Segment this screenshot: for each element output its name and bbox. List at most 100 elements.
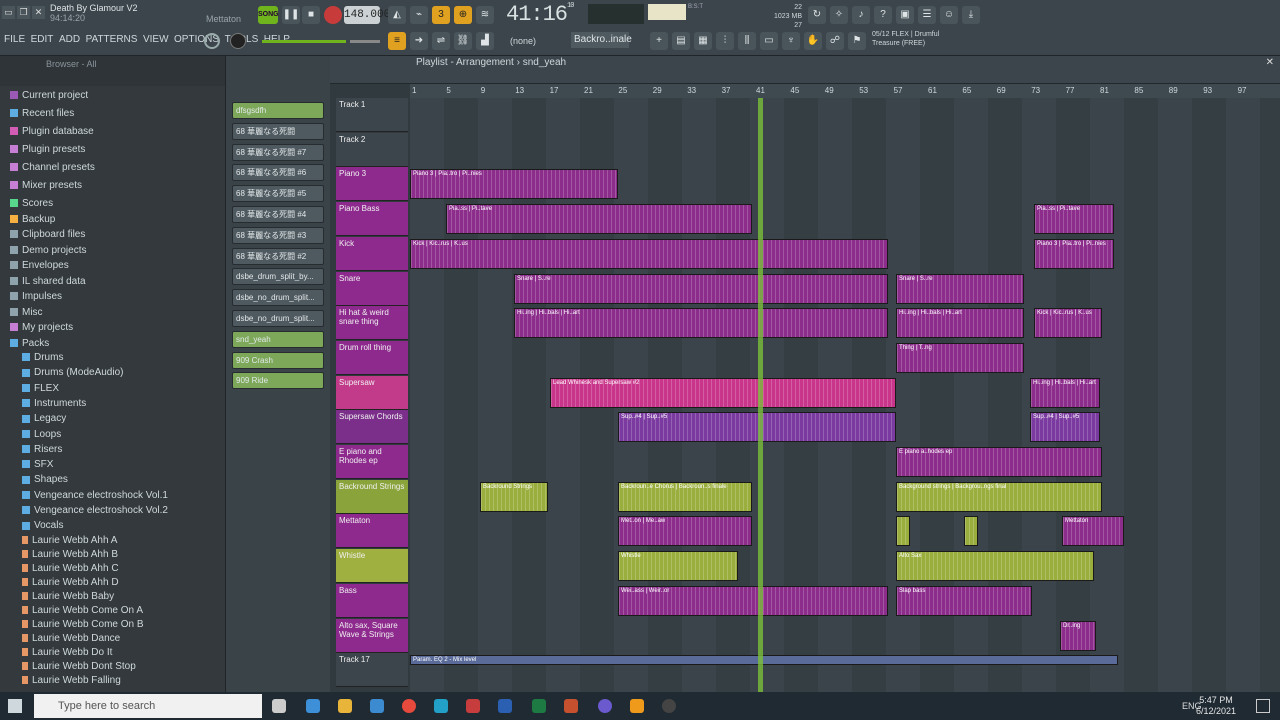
pack-item[interactable]: Loops [22,429,61,440]
browser-item[interactable]: Misc [10,307,43,318]
store-icon[interactable] [370,699,384,713]
pattern-clip[interactable]: Sup..#4 | Sup..#5 [1030,412,1100,443]
menu-view[interactable]: VIEW [143,34,169,45]
menu-patterns[interactable]: PATTERNS [86,34,138,45]
project-browser-icon[interactable]: ☍ [826,32,844,50]
playlist-close-icon[interactable]: ✕ [1266,57,1274,68]
track-header[interactable]: Mettaton [336,514,408,549]
excel-icon[interactable] [532,699,546,713]
sample-item[interactable]: Laurie Webb Dont Stop [22,661,136,672]
taskbar-search-input[interactable]: Type here to search [34,694,262,718]
view-mixer-icon[interactable]: ⫼ [738,32,756,50]
pattern-clip[interactable] [964,516,978,547]
pattern-clip[interactable]: Alto Sax [896,551,1094,582]
pattern-clip[interactable]: Backround Strings [480,481,548,512]
pattern-clip[interactable]: Whistle [618,551,738,582]
browser-item[interactable]: Mixer presets [10,180,82,191]
browser-item[interactable]: Packs [10,338,49,349]
obs-icon[interactable] [662,699,676,713]
pattern-clip[interactable]: Snare | S..re [896,273,1024,304]
track-header[interactable]: Track 17 [336,653,408,688]
download-icon[interactable]: ⤓ [962,6,980,24]
stop-button[interactable]: ■ [302,6,320,24]
track-header[interactable]: Snare [336,271,408,306]
pattern-clip[interactable]: Slap bass [896,585,1032,616]
track-header[interactable]: Track 2 [336,132,408,167]
pattern-clip[interactable]: Mettaton [1062,516,1124,547]
chat-icon[interactable]: ☺ [940,6,958,24]
track-header[interactable]: Supersaw Chords [336,410,408,445]
browser-item[interactable]: Plugin database [10,126,94,137]
pattern-clip[interactable]: Pia..ss | Pi..tave [446,204,752,235]
link-icon[interactable]: ⛓ [454,32,472,50]
browser-item[interactable]: Recent files [10,108,74,119]
cpu-knob-icon[interactable] [204,33,220,49]
pattern-clip[interactable]: Met..on | Me..aw [618,516,752,547]
playlist-icon[interactable]: ≡ [388,32,406,50]
pattern-clip[interactable]: Kick | Kic..rus | K..us [1034,308,1102,339]
song-mode-button[interactable]: SONG [258,6,279,24]
cart-icon[interactable]: ⚑ [848,32,866,50]
pattern-clip[interactable]: Hi..ing | Hi..bals | Hi..art [514,308,888,339]
sample-item[interactable]: Laurie Webb Baby [22,591,114,602]
track-header[interactable]: Supersaw [336,375,408,410]
playhead[interactable] [758,84,763,692]
timeline-ruler[interactable]: 1 5 9 13 17 21 25 29 33 37 41 45 49 53 57 61 65 69 73 77 81 8… [410,84,1280,98]
pattern-clip[interactable]: Piano 3 | Pia..tro | Pi..nies [410,169,618,200]
channel-button[interactable]: 68 華麗なる死闘 #3 [232,226,324,244]
pack-item[interactable]: FLEX [22,383,59,394]
fl-studio-icon[interactable] [630,699,644,713]
file-explorer-icon[interactable] [338,699,352,713]
channel-button[interactable]: 68 華麗なる死闘 #7 [232,143,324,161]
restore-icon[interactable]: ❐ [17,6,30,19]
track-header[interactable]: Kick [336,236,408,271]
browser-item[interactable]: Backup [10,214,55,225]
channel-button[interactable]: 68 華麗なる死闘 #6 [232,164,324,182]
step-icon[interactable]: ➜ [410,32,428,50]
touch-controller-icon[interactable]: ✋ [804,32,822,50]
pattern-clip[interactable]: Wei..ass | Weir..or [618,585,888,616]
pack-item[interactable]: Vengeance electroshock Vol.1 [22,490,168,501]
app-icon[interactable] [434,699,448,713]
pattern-clip[interactable]: Hi..ing | Hi..bals | Hi..art [896,308,1024,339]
pattern-clip[interactable]: Dr..ing [1060,620,1096,651]
channel-button[interactable]: 68 華麗なる死闘 #4 [232,206,324,223]
sample-item[interactable]: Laurie Webb Do It [22,647,112,658]
typing-keyboard-icon[interactable]: ▟ [476,32,494,50]
sample-item[interactable]: Laurie Webb Come On A [22,605,143,616]
pattern-add-icon[interactable]: + [650,32,668,50]
browser-item[interactable]: My projects [10,322,73,333]
track-header[interactable]: Hi hat & weird snare thing [336,306,408,341]
browser-item[interactable]: Impulses [10,291,62,302]
channel-button[interactable]: dsbe_no_drum_split... [232,310,324,327]
browser-item[interactable]: Current project [10,90,88,101]
mixer-icon[interactable]: ☰ [918,6,936,24]
channel-button[interactable]: 68 華麗なる死闘 [232,122,324,140]
pattern-clip[interactable]: Snare | S..re [514,273,888,304]
pack-item[interactable]: Vocals [22,520,63,531]
blend-icon[interactable]: ≋ [476,6,494,24]
plugin-icon[interactable]: ✧ [830,6,848,24]
sample-item[interactable]: Laurie Webb Dance [22,633,120,644]
track-header[interactable]: Piano 3 [336,167,408,202]
sample-item[interactable]: Laurie Webb Ahh A [22,535,117,546]
browser-item[interactable]: Envelopes [10,260,69,271]
mail-icon[interactable] [306,699,320,713]
pack-item[interactable]: Drums [22,352,63,363]
view-browser-icon[interactable]: ▭ [760,32,778,50]
track-header[interactable]: Backround Strings [336,479,408,514]
pattern-clip[interactable]: Kick | Kic..rus | K..us [410,238,888,269]
pattern-clip[interactable]: Sup..#4 | Sup..#5 [618,412,896,443]
pattern-selector[interactable]: Backro..inale [571,32,632,48]
menu-file[interactable]: FILE [4,34,25,45]
window-controls[interactable]: ▭ ❐ ✕ [2,6,47,19]
master-knob-icon[interactable] [230,33,246,49]
view-channel-rack-icon[interactable]: ⫶ [716,32,734,50]
pack-item[interactable]: Vengeance electroshock Vol.2 [22,505,168,516]
pack-item[interactable]: Risers [22,444,62,455]
wait-icon[interactable]: ⌁ [410,6,428,24]
pack-item[interactable]: Drums (ModeAudio) [22,367,123,378]
sample-item[interactable]: Laurie Webb Ahh B [22,549,118,560]
plugin-picker-icon[interactable]: ♆ [782,32,800,50]
minimize-icon[interactable]: ▭ [2,6,15,19]
